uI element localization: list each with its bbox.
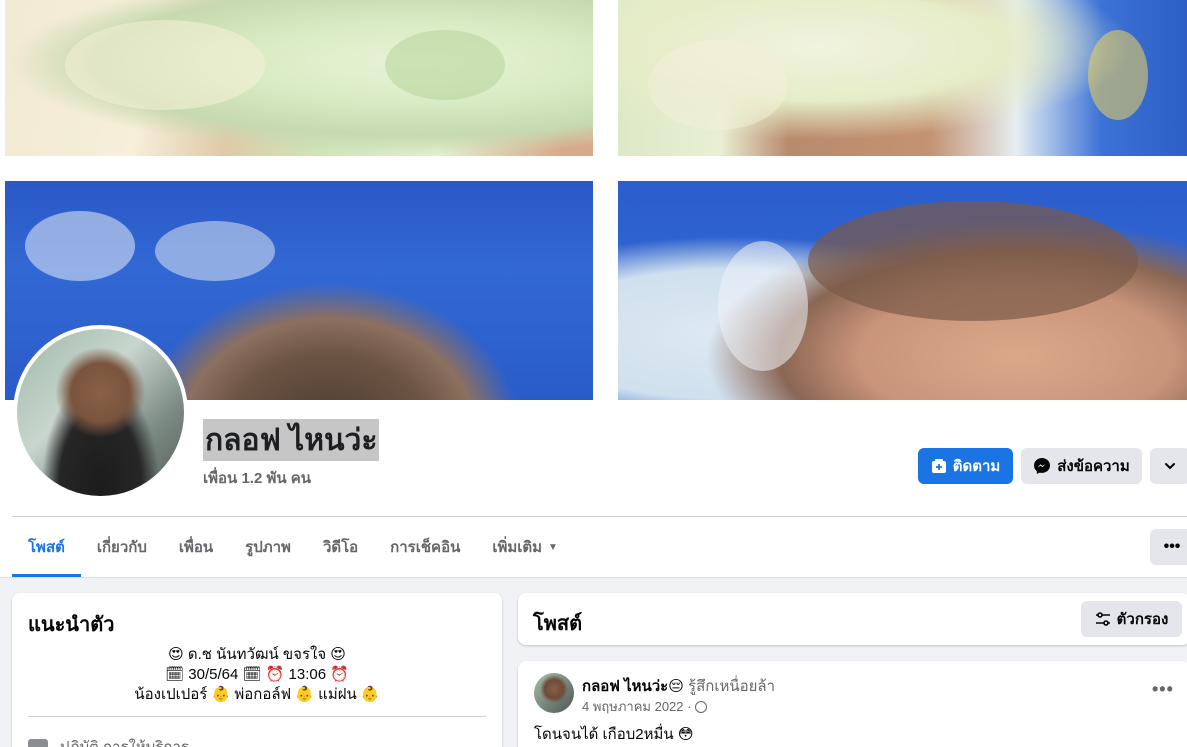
profile-avatar[interactable]	[13, 325, 188, 500]
message-label: ส่งข้อความ	[1057, 458, 1130, 475]
follow-icon	[931, 459, 946, 473]
cover-photo-tile	[618, 181, 1187, 400]
filter-icon	[1095, 612, 1110, 626]
post-date: 4 พฤษภาคม 2022 ·	[582, 699, 692, 714]
cover-photo-tile	[5, 0, 593, 156]
caret-down-icon: ▼	[548, 541, 558, 553]
tab-more[interactable]: เพิ่มเติม ▼	[476, 517, 574, 577]
cover-photo-tile	[618, 0, 1187, 156]
tab-about[interactable]: เกี่ยวกับ	[81, 517, 163, 577]
tab-posts[interactable]: โพสต์	[12, 517, 81, 577]
friends-count[interactable]: เพื่อน 1.2 พัน คน	[203, 466, 311, 490]
intro-divider	[28, 716, 486, 717]
post-text: โดนจนได้ เกือบ2หมื่น 😳	[534, 726, 694, 743]
chevron-down-icon	[1165, 463, 1175, 470]
ellipsis-icon: •••	[1163, 538, 1181, 555]
tab-photos[interactable]: รูปภาพ	[229, 517, 307, 577]
post-options-button[interactable]: •••	[1152, 679, 1174, 700]
message-button[interactable]: ส่งข้อความ	[1021, 448, 1142, 484]
post-card: กลอฟ ไหนว่ะ😔 รู้สึกเหนื่อยล้า 4 พฤษภาคม …	[518, 661, 1187, 747]
post-author[interactable]: กลอฟ ไหนว่ะ😔	[582, 678, 684, 695]
post-timestamp[interactable]: 4 พฤษภาคม 2022 ·	[582, 696, 708, 717]
tabs-more-button[interactable]: •••	[1150, 529, 1187, 565]
bio-line: น้องเปเปอร์ 👶 พ่อกอล์ฟ 👶 แม่ฝน 👶	[134, 686, 380, 703]
intro-work-row: ปฏิบัติ การให้บริการ	[28, 735, 189, 747]
tab-videos[interactable]: วิดีโอ	[307, 517, 374, 577]
bio: 😍 ด.ช นันทวัฒน์ ขจรใจ 😍 🗓 30/5/64 🗓 ⏰ 13…	[12, 645, 502, 705]
briefcase-icon	[28, 739, 48, 747]
avatar-image	[17, 329, 184, 496]
cover-photo[interactable]	[0, 0, 1187, 400]
intro-work-text: ปฏิบัติ การให้บริการ	[60, 735, 189, 747]
post-author-avatar[interactable]	[534, 673, 574, 713]
intro-title: แนะนำตัว	[28, 614, 115, 636]
follow-button[interactable]: ติดตาม	[918, 448, 1013, 484]
profile-tabs: โพสต์ เกี่ยวกับ เพื่อน รูปภาพ วิดีโอ การ…	[12, 517, 574, 577]
profile-name: กลอฟ ไหนว่ะ	[205, 423, 378, 457]
tab-checkins[interactable]: การเช็คอิน	[374, 517, 476, 577]
post-feeling: รู้สึกเหนื่อยล้า	[683, 678, 776, 695]
posts-title: โพสต์	[533, 613, 583, 635]
tab-friends[interactable]: เพื่อน	[163, 517, 229, 577]
follow-label: ติดตาม	[952, 458, 1001, 475]
messenger-icon	[1034, 458, 1051, 474]
bio-line: 🗓 30/5/64 🗓 ⏰ 13:06 ⏰	[165, 666, 349, 683]
post-header: กลอฟ ไหนว่ะ😔 รู้สึกเหนื่อยล้า	[582, 674, 775, 698]
profile-name-highlight: กลอฟ ไหนว่ะ	[203, 419, 380, 461]
globe-icon	[695, 700, 708, 713]
bio-line: 😍 ด.ช นันทวัฒน์ ขจรใจ 😍	[168, 646, 346, 663]
filter-label: ตัวกรอง	[1116, 611, 1169, 628]
posts-header-card: โพสต์ ตัวกรอง	[518, 593, 1187, 645]
profile-more-button[interactable]	[1150, 448, 1187, 484]
intro-card: แนะนำตัว 😍 ด.ช นันทวัฒน์ ขจรใจ 😍 🗓 30/5/…	[12, 593, 502, 747]
filter-button[interactable]: ตัวกรอง	[1081, 601, 1182, 637]
